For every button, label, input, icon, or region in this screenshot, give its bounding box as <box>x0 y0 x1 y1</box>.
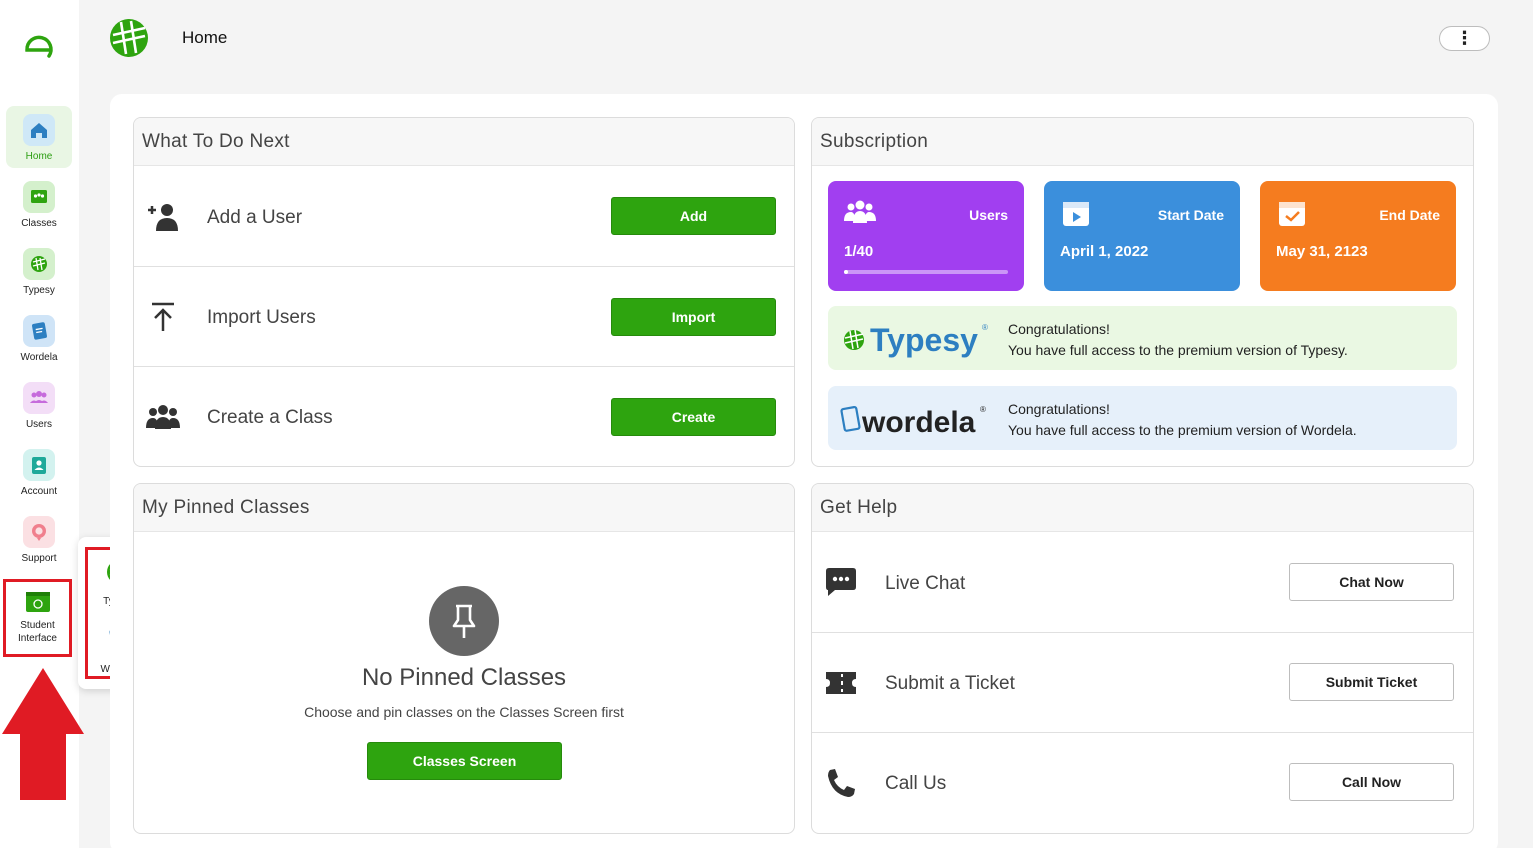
sidebar-item-label: Classes <box>21 218 57 229</box>
sidebar-item-student-interface[interactable]: Student Interface <box>3 579 72 657</box>
row-label: Call Us <box>885 773 947 794</box>
submit-ticket-button[interactable]: Submit Ticket <box>1289 663 1454 701</box>
chat-icon <box>826 568 856 596</box>
sidebar-item-label: Users <box>25 419 53 430</box>
import-button[interactable]: Import <box>611 298 776 336</box>
get-help-card: Get Help Live Chat Chat Now Submit a Tic… <box>811 483 1474 834</box>
sidebar-item-users[interactable]: Users <box>6 374 72 436</box>
typesy-logo: Typesy ® <box>844 322 988 358</box>
users-icon <box>844 200 876 223</box>
sidebar-item-label: Wordela <box>20 352 58 363</box>
page-title: Home <box>182 28 228 47</box>
todo-row-add-user: Add a User Add <box>134 167 794 267</box>
svg-text:wordela: wordela <box>861 406 976 438</box>
users-progress-fill <box>844 270 849 274</box>
svg-text:®: ® <box>982 323 988 332</box>
todo-row-import-users: Import Users Import <box>134 267 794 367</box>
banner-text: Congratulations! You have full access to… <box>1008 319 1348 361</box>
classes-screen-button[interactable]: Classes Screen <box>367 742 562 780</box>
empty-state-title: No Pinned Classes <box>361 664 567 691</box>
help-row-submit-ticket: Submit a Ticket Submit Ticket <box>812 633 1473 733</box>
end-date-value: May 31, 2123 <box>1276 243 1368 260</box>
chat-now-button[interactable]: Chat Now <box>1289 563 1454 601</box>
banner-text: Congratulations! You have full access to… <box>1008 399 1357 441</box>
row-label: Create a Class <box>207 407 333 428</box>
end-date-tile: End Date May 31, 2123 <box>1260 181 1456 291</box>
card-title: What To Do Next <box>134 118 794 166</box>
student-interface-label-2: Interface <box>18 633 57 644</box>
add-button[interactable]: Add <box>611 197 776 235</box>
add-user-icon <box>148 204 178 231</box>
sidebar-item-support[interactable]: Support <box>6 508 72 570</box>
svg-text:®: ® <box>980 405 986 414</box>
create-button[interactable]: Create <box>611 398 776 436</box>
users-tile: Users 1/40 <box>828 181 1024 291</box>
red-arrow-annotation <box>2 668 84 800</box>
wordela-icon <box>23 315 55 347</box>
card-title: Subscription <box>812 118 1473 166</box>
row-label: Live Chat <box>885 573 966 594</box>
sidebar-item-home[interactable]: Home <box>6 106 72 168</box>
ticket-icon <box>826 672 856 694</box>
start-date-tile: Start Date April 1, 2022 <box>1044 181 1240 291</box>
sidebar-item-wordela[interactable]: Wordela <box>6 307 72 369</box>
main-content: What To Do Next Add a User Add Import Us… <box>110 94 1498 848</box>
svg-text:Typesy: Typesy <box>870 322 978 358</box>
account-icon <box>23 449 55 481</box>
wordela-access-banner: wordela ® Congratulations! You have full… <box>828 386 1457 450</box>
support-icon <box>23 516 55 548</box>
banner-line-1: Congratulations! <box>1008 401 1110 417</box>
sidebar-item-label: Support <box>21 553 57 564</box>
banner-line-2: You have full access to the premium vers… <box>1008 422 1357 438</box>
wordela-logo: wordela ® <box>840 405 986 438</box>
classroom-icon <box>23 181 55 213</box>
typesy-access-banner: Typesy ® Congratulations! You have full … <box>828 306 1457 370</box>
row-label: Import Users <box>207 307 316 328</box>
users-count: 1/40 <box>844 243 874 260</box>
subscription-card: Subscription Users 1/40 Start Date April… <box>811 117 1474 467</box>
pin-icon <box>429 586 499 656</box>
tile-label: Users <box>969 207 1008 223</box>
row-label: Add a User <box>207 207 303 228</box>
empty-state-subtitle: Choose and pin classes on the Classes Sc… <box>304 704 624 720</box>
eflect-logo[interactable] <box>18 26 60 68</box>
sidebar-item-label: Typesy <box>23 285 55 296</box>
help-row-call-us: Call Us Call Now <box>812 733 1473 833</box>
student-interface-label-1: Student <box>20 620 55 631</box>
typesy-header-logo <box>110 19 148 57</box>
sidebar-item-account[interactable]: Account <box>6 441 72 503</box>
calendar-play-icon <box>1063 202 1089 226</box>
call-now-button[interactable]: Call Now <box>1289 763 1454 801</box>
what-to-do-next-card: What To Do Next Add a User Add Import Us… <box>133 117 795 467</box>
help-row-live-chat: Live Chat Chat Now <box>812 533 1473 633</box>
banner-line-2: You have full access to the premium vers… <box>1008 342 1348 358</box>
group-icon <box>146 405 180 429</box>
sidebar-item-classes[interactable]: Classes <box>6 173 72 235</box>
pinned-classes-card: My Pinned Classes No Pinned Classes Choo… <box>133 483 795 834</box>
banner-line-1: Congratulations! <box>1008 321 1110 337</box>
upload-icon <box>152 302 174 331</box>
home-icon <box>23 114 55 146</box>
student-interface-icon <box>24 590 52 616</box>
users-icon <box>23 382 55 414</box>
todo-row-create-class: Create a Class Create <box>134 367 794 466</box>
users-progress-bar <box>844 270 1008 274</box>
card-title: My Pinned Classes <box>134 484 794 532</box>
row-label: Submit a Ticket <box>885 673 1015 694</box>
tile-label: Start Date <box>1157 207 1224 223</box>
phone-icon <box>828 769 855 797</box>
card-title: Get Help <box>812 484 1473 532</box>
start-date-value: April 1, 2022 <box>1060 243 1149 260</box>
more-options-button[interactable]: ⋮ <box>1439 26 1490 51</box>
tile-label: End Date <box>1379 207 1440 223</box>
sidebar-item-label: Home <box>25 151 53 162</box>
calendar-check-icon <box>1279 202 1305 226</box>
sidebar-item-typesy[interactable]: Typesy <box>6 240 72 302</box>
sidebar-item-label: Account <box>20 486 58 497</box>
typesy-icon <box>23 248 55 280</box>
